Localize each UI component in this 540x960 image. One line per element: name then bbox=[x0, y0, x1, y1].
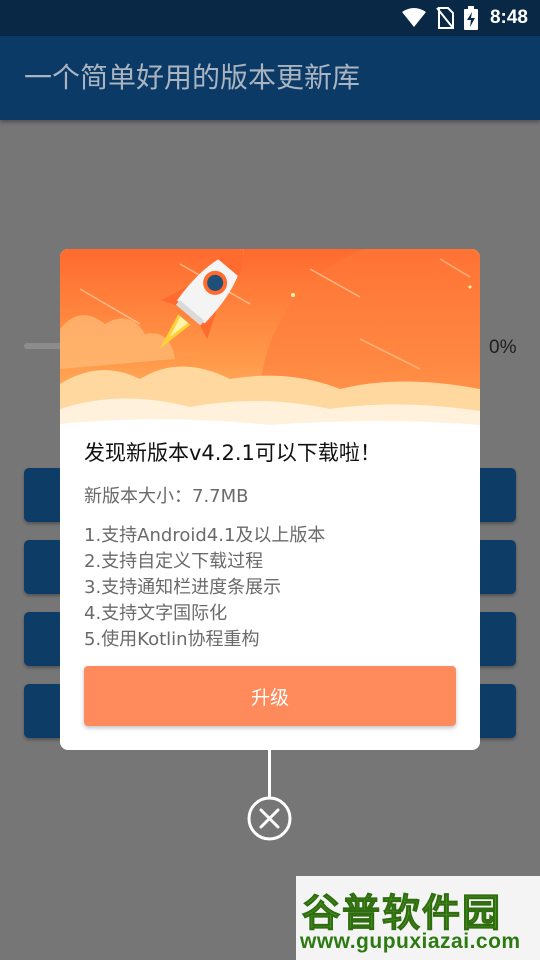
app-title: 一个简单好用的版本更新库 bbox=[24, 61, 361, 94]
release-note-item: 2.支持自定义下载过程 bbox=[84, 551, 264, 572]
close-connector-line bbox=[268, 750, 271, 798]
release-note-item: 1.支持Android4.1及以上版本 bbox=[84, 525, 326, 546]
release-notes: 1.支持Android4.1及以上版本 2.支持自定义下载过程 3.支持通知栏进… bbox=[84, 523, 464, 653]
update-dialog: 发现新版本v4.2.1可以下载啦！ 新版本大小：7.7MB 1.支持Androi… bbox=[60, 249, 480, 750]
download-progress-label: 0% bbox=[489, 337, 517, 358]
release-note-item: 3.支持通知栏进度条展示 bbox=[84, 577, 282, 598]
watermark: 谷普软件园 www.gupuxiazai.com bbox=[296, 876, 540, 960]
upgrade-button[interactable]: 升级 bbox=[84, 666, 456, 726]
status-bar: 8:48 bbox=[0, 0, 540, 36]
no-sim-icon bbox=[436, 7, 454, 29]
status-icons: 8:48 bbox=[401, 6, 528, 30]
app-bar: 一个简单好用的版本更新库 bbox=[0, 36, 540, 120]
battery-charging-icon bbox=[463, 6, 478, 30]
new-version-size: 新版本大小：7.7MB bbox=[84, 486, 249, 507]
release-note-item: 5.使用Kotlin协程重构 bbox=[84, 629, 260, 650]
dialog-header-illustration bbox=[60, 249, 480, 439]
release-note-item: 4.支持文字国际化 bbox=[84, 603, 228, 624]
status-time: 8:48 bbox=[489, 7, 528, 28]
watermark-url: www.gupuxiazai.com bbox=[300, 930, 521, 953]
dialog-title: 发现新版本v4.2.1可以下载啦！ bbox=[84, 441, 381, 465]
wifi-icon bbox=[401, 8, 426, 27]
watermark-logo: 谷普软件园 bbox=[301, 891, 503, 936]
close-icon[interactable] bbox=[247, 796, 292, 841]
